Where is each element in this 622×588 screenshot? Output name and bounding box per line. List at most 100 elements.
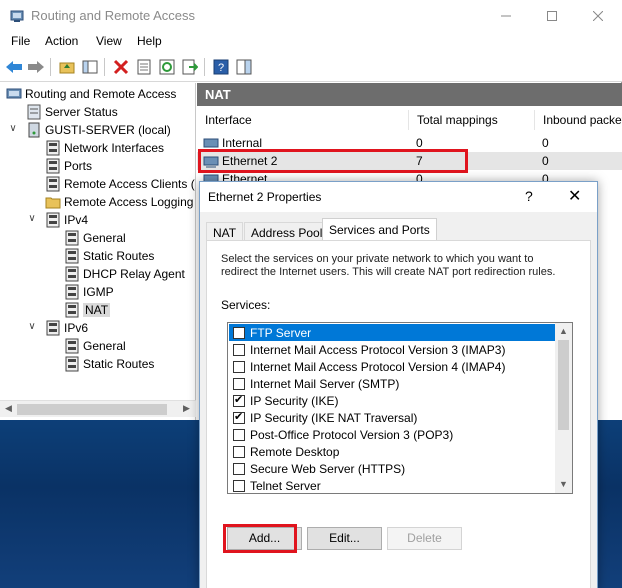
tree-ipv6-static-routes[interactable]: Static Routes [64, 355, 154, 373]
tab-address-pool[interactable]: Address Pool [244, 222, 330, 242]
general-icon [65, 230, 79, 246]
tree-remote-access-logging[interactable]: Remote Access Logging [45, 193, 193, 211]
chevron-down-icon[interactable]: ∨ [26, 321, 38, 332]
service-checkbox[interactable] [233, 326, 245, 339]
tab-services-and-ports[interactable]: Services and Ports [322, 218, 437, 242]
list-item[interactable]: Internet Mail Access Protocol Version 3 … [229, 341, 559, 358]
service-checkbox[interactable] [233, 393, 245, 407]
list-item[interactable]: Remote Desktop [229, 443, 559, 460]
dialog-close-button[interactable]: ✕ [568, 186, 581, 206]
add-button-highlight [223, 524, 297, 553]
row-total-mappings: 0 [416, 136, 423, 150]
close-button[interactable] [575, 0, 621, 32]
chevron-down-icon[interactable]: ∨ [26, 213, 38, 224]
services-vertical-scrollbar[interactable]: ▲ ▼ [555, 323, 572, 493]
tree-ipv6[interactable]: IPv6 [45, 319, 88, 337]
tree-ipv4-nat[interactable]: NAT [64, 301, 111, 319]
tree-server[interactable]: GUSTI-SERVER (local) [26, 121, 171, 139]
tree-ipv4[interactable]: IPv4 [45, 211, 88, 229]
scroll-left-icon[interactable]: ◀ [5, 403, 12, 414]
tree-root[interactable]: Routing and Remote Access [6, 85, 176, 103]
show-hide-tree-button[interactable] [80, 57, 100, 77]
server-status-icon [27, 104, 41, 120]
list-item[interactable]: IP Security (IKE) [229, 392, 559, 409]
delete-button[interactable]: Delete [387, 527, 462, 550]
service-checkbox[interactable] [233, 428, 245, 441]
list-item[interactable]: Secure Web Server (HTTPS) [229, 460, 559, 477]
toolbar-separator [204, 58, 205, 76]
tree-remote-access-clients[interactable]: Remote Access Clients (0) [45, 175, 195, 193]
tree-ipv4-general[interactable]: General [64, 229, 126, 247]
column-header-inbound-packets[interactable]: Inbound packets [535, 110, 622, 130]
menu-bar: File Action View Help [0, 32, 622, 52]
service-checkbox[interactable] [233, 445, 245, 458]
close-icon [593, 11, 603, 21]
scroll-right-icon[interactable]: ▶ [183, 403, 190, 414]
toolbar-separator [50, 58, 51, 76]
server-icon [28, 122, 40, 138]
minimize-button[interactable] [483, 0, 529, 32]
details-header: NAT [197, 83, 622, 106]
maximize-button[interactable] [529, 0, 575, 32]
forward-button[interactable] [26, 57, 46, 77]
scroll-up-icon[interactable]: ▲ [559, 326, 568, 336]
tree-network-interfaces[interactable]: Network Interfaces [45, 139, 164, 157]
scrollbar-thumb[interactable] [558, 340, 569, 430]
help-toolbar-button[interactable]: ? [211, 57, 231, 77]
up-folder-button[interactable] [57, 57, 77, 77]
service-checkbox[interactable] [233, 479, 245, 492]
column-header-total-mappings[interactable]: Total mappings [409, 110, 535, 130]
menu-file[interactable]: File [11, 34, 30, 48]
refresh-button[interactable] [157, 57, 177, 77]
toolbar: ? [0, 52, 622, 82]
action-pane-button[interactable] [234, 57, 254, 77]
routing-app-icon [10, 10, 24, 22]
action-pane-icon [236, 59, 252, 75]
menu-help[interactable]: Help [137, 34, 162, 48]
tree-horizontal-scrollbar[interactable]: ◀ ▶ [0, 400, 196, 417]
maximize-icon [547, 11, 557, 21]
scroll-down-icon[interactable]: ▼ [559, 479, 568, 489]
properties-button[interactable] [134, 57, 154, 77]
properties-dialog: Ethernet 2 Properties ? ✕ NAT Address Po… [199, 181, 598, 588]
delete-toolbar-button[interactable] [111, 57, 131, 77]
services-list[interactable]: FTP Server Internet Mail Access Protocol… [227, 322, 573, 494]
scrollbar-thumb[interactable] [17, 404, 167, 415]
back-button[interactable] [4, 57, 24, 77]
ethernet-2-highlight [198, 149, 468, 173]
list-item[interactable]: Telnet Server [229, 477, 559, 493]
services-tab-panel: Select the services on your private netw… [206, 240, 591, 588]
menu-action[interactable]: Action [45, 34, 78, 48]
delete-x-icon [113, 59, 129, 75]
export-list-button[interactable] [180, 57, 200, 77]
tree-ipv4-dhcp-relay[interactable]: DHCP Relay Agent [64, 265, 185, 283]
list-item[interactable]: FTP Server [229, 324, 559, 341]
service-checkbox[interactable] [233, 360, 245, 373]
list-item[interactable]: Post-Office Protocol Version 3 (POP3) [229, 426, 559, 443]
back-arrow-icon [6, 61, 22, 73]
tree-ipv4-static-routes[interactable]: Static Routes [64, 247, 154, 265]
tree-server-status[interactable]: Server Status [26, 103, 118, 121]
tree-ports[interactable]: Ports [45, 157, 92, 175]
service-checkbox[interactable] [233, 377, 245, 390]
services-description: Select the services on your private netw… [221, 253, 556, 278]
remote-clients-icon [46, 176, 60, 192]
folder-icon [45, 197, 61, 209]
list-item[interactable]: Internet Mail Access Protocol Version 4 … [229, 358, 559, 375]
edit-button[interactable]: Edit... [307, 527, 382, 550]
tab-nat[interactable]: NAT [206, 222, 244, 242]
general-icon [65, 338, 79, 354]
list-item[interactable]: Internet Mail Server (SMTP) [229, 375, 559, 392]
service-checkbox[interactable] [233, 410, 245, 424]
chevron-down-icon[interactable]: ∨ [7, 123, 19, 134]
dialog-title: Ethernet 2 Properties [208, 190, 322, 204]
list-item[interactable]: IP Security (IKE NAT Traversal) [229, 409, 559, 426]
service-checkbox[interactable] [233, 343, 245, 356]
column-header-interface[interactable]: Interface [197, 110, 409, 130]
folder-up-icon [59, 62, 75, 74]
dialog-help-button[interactable]: ? [525, 188, 533, 204]
tree-ipv4-igmp[interactable]: IGMP [64, 283, 114, 301]
service-checkbox[interactable] [233, 462, 245, 475]
tree-ipv6-general[interactable]: General [64, 337, 126, 355]
menu-view[interactable]: View [96, 34, 122, 48]
